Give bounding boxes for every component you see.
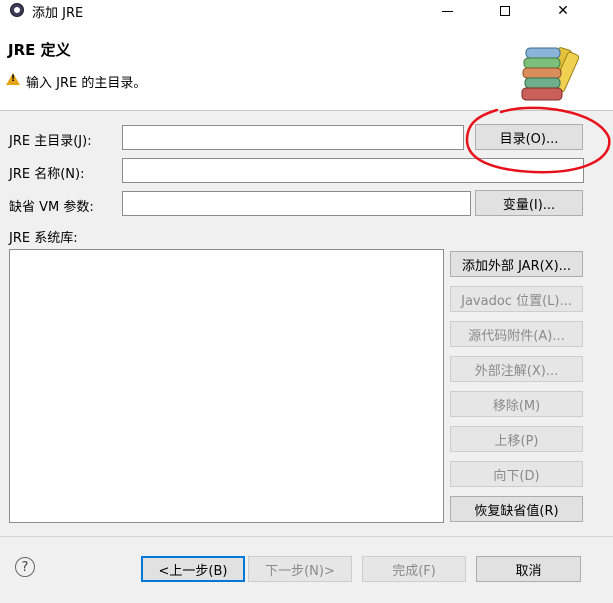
close-icon: ✕: [557, 3, 569, 19]
finish-button[interactable]: 完成(F): [362, 556, 466, 582]
move-up-button[interactable]: 上移(P): [450, 426, 583, 452]
system-libraries-label: JRE 系统库:: [9, 231, 78, 246]
maximize-icon: [500, 6, 510, 16]
system-libraries-list[interactable]: [9, 249, 444, 523]
back-button[interactable]: <上一步(B): [141, 556, 245, 582]
cancel-button[interactable]: 取消: [476, 556, 581, 582]
eclipse-icon: [10, 3, 24, 17]
wizard-header: JRE 定义 输入 JRE 的主目录。: [0, 22, 613, 110]
variables-button[interactable]: 变量(I)...: [475, 190, 583, 216]
directory-button[interactable]: 目录(O)...: [475, 124, 583, 150]
footer-separator: [0, 536, 613, 537]
restore-default-button[interactable]: 恢复缺省值(R): [450, 496, 583, 522]
maximize-button[interactable]: [482, 0, 528, 22]
jre-home-label: JRE 主目录(J):: [9, 134, 92, 149]
title-bar: 添加 JRE ✕: [0, 0, 613, 22]
help-icon[interactable]: ?: [15, 557, 35, 577]
page-title: JRE 定义: [8, 41, 71, 59]
jre-name-input[interactable]: [122, 158, 584, 183]
status-message: 输入 JRE 的主目录。: [26, 76, 147, 91]
vm-args-label: 缺省 VM 参数:: [9, 200, 94, 215]
minimize-icon: [441, 10, 453, 12]
add-external-jar-button[interactable]: 添加外部 JAR(X)...: [450, 251, 583, 277]
jre-home-input[interactable]: [122, 125, 464, 150]
minimize-button[interactable]: [424, 0, 470, 22]
external-annotations-button[interactable]: 外部注解(X)...: [450, 356, 583, 382]
remove-button[interactable]: 移除(M): [450, 391, 583, 417]
next-button[interactable]: 下一步(N)>: [248, 556, 352, 582]
move-down-button[interactable]: 向下(D): [450, 461, 583, 487]
javadoc-location-button[interactable]: Javadoc 位置(L)...: [450, 286, 583, 312]
warning-icon: [6, 73, 20, 85]
close-button[interactable]: ✕: [540, 0, 586, 22]
jre-name-label: JRE 名称(N):: [9, 167, 85, 182]
books-icon: [521, 47, 580, 101]
vm-args-input[interactable]: [122, 191, 471, 216]
window-title: 添加 JRE: [32, 6, 84, 21]
source-attachment-button[interactable]: 源代码附件(A)...: [450, 321, 583, 347]
header-separator: [0, 110, 613, 111]
